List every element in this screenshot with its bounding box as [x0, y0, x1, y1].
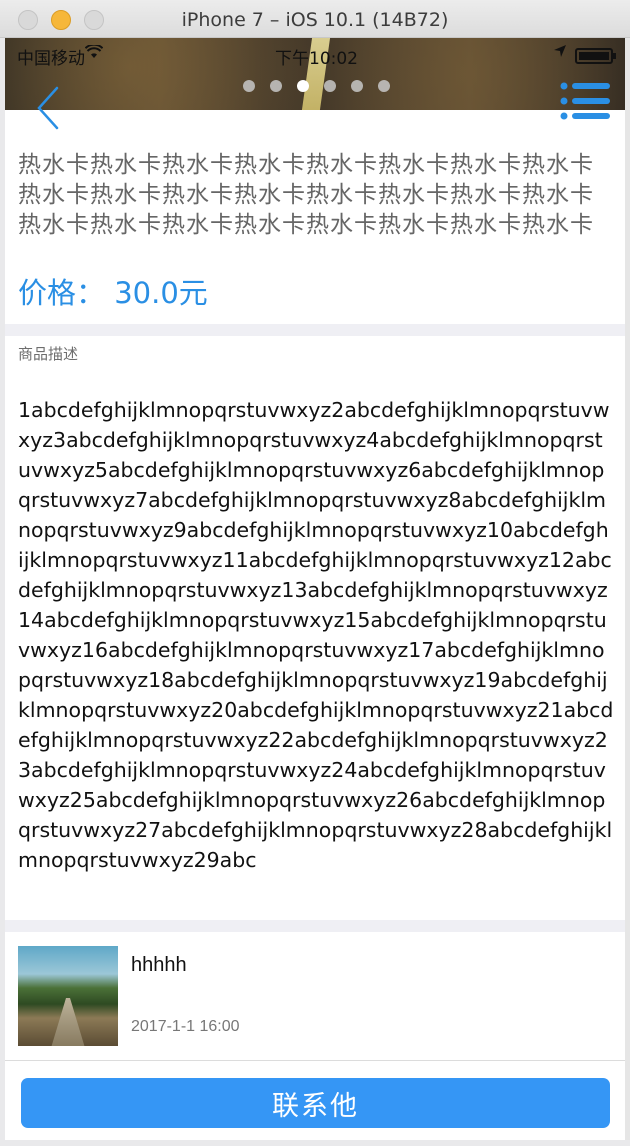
section-divider — [5, 324, 625, 336]
description-text: 1abcdefghijklmnopqrstuvwxyz2abcdefghijkl… — [18, 398, 614, 872]
seller-card[interactable]: hhhhh 2017-1-1 16:00 — [5, 934, 625, 1062]
list-menu-icon — [560, 82, 610, 120]
carrier-label: 中国移动 — [17, 49, 85, 69]
product-title: 热水卡热水卡热水卡热水卡热水卡热水卡热水卡热水卡热水卡热水卡热水卡热水卡热水卡热… — [18, 152, 594, 238]
description-heading: 商品描述 — [18, 345, 79, 363]
window-edge — [625, 38, 630, 1140]
battery-icon — [575, 48, 616, 64]
wifi-icon — [84, 43, 104, 63]
product-image-carousel[interactable]: 中国移动 下午10:02 — [5, 38, 625, 110]
pager-dot[interactable] — [324, 80, 336, 92]
chevron-left-icon — [37, 86, 59, 130]
contact-seller-button[interactable]: 联系他 — [21, 1078, 610, 1128]
window-titlebar: iPhone 7 – iOS 10.1 (14B72) — [0, 0, 630, 38]
pager-dot[interactable] — [297, 80, 309, 92]
carousel-page-indicator[interactable] — [243, 80, 390, 92]
status-bar: 中国移动 下午10:02 — [5, 43, 625, 69]
seller-post-time: 2017-1-1 16:00 — [131, 1018, 240, 1035]
product-price: 价格： 30.0元 — [18, 276, 208, 310]
menu-button[interactable] — [558, 82, 614, 130]
section-divider — [5, 920, 625, 932]
seller-avatar[interactable] — [18, 946, 118, 1046]
pager-dot[interactable] — [243, 80, 255, 92]
window-title: iPhone 7 – iOS 10.1 (14B72) — [181, 9, 449, 31]
back-button[interactable] — [31, 84, 67, 130]
location-arrow-icon — [553, 44, 567, 62]
status-time: 下午10:02 — [275, 49, 358, 69]
bottom-action-bar: 联系他 — [5, 1060, 625, 1140]
pager-dot[interactable] — [378, 80, 390, 92]
avatar-photo — [48, 998, 88, 1046]
pager-dot[interactable] — [270, 80, 282, 92]
phone-screen: 中国移动 下午10:02 热水卡热水卡热水卡热水卡热水卡热水卡热水卡热水卡热水卡… — [5, 38, 625, 1140]
seller-name: hhhhh — [131, 954, 187, 976]
pager-dot[interactable] — [351, 80, 363, 92]
